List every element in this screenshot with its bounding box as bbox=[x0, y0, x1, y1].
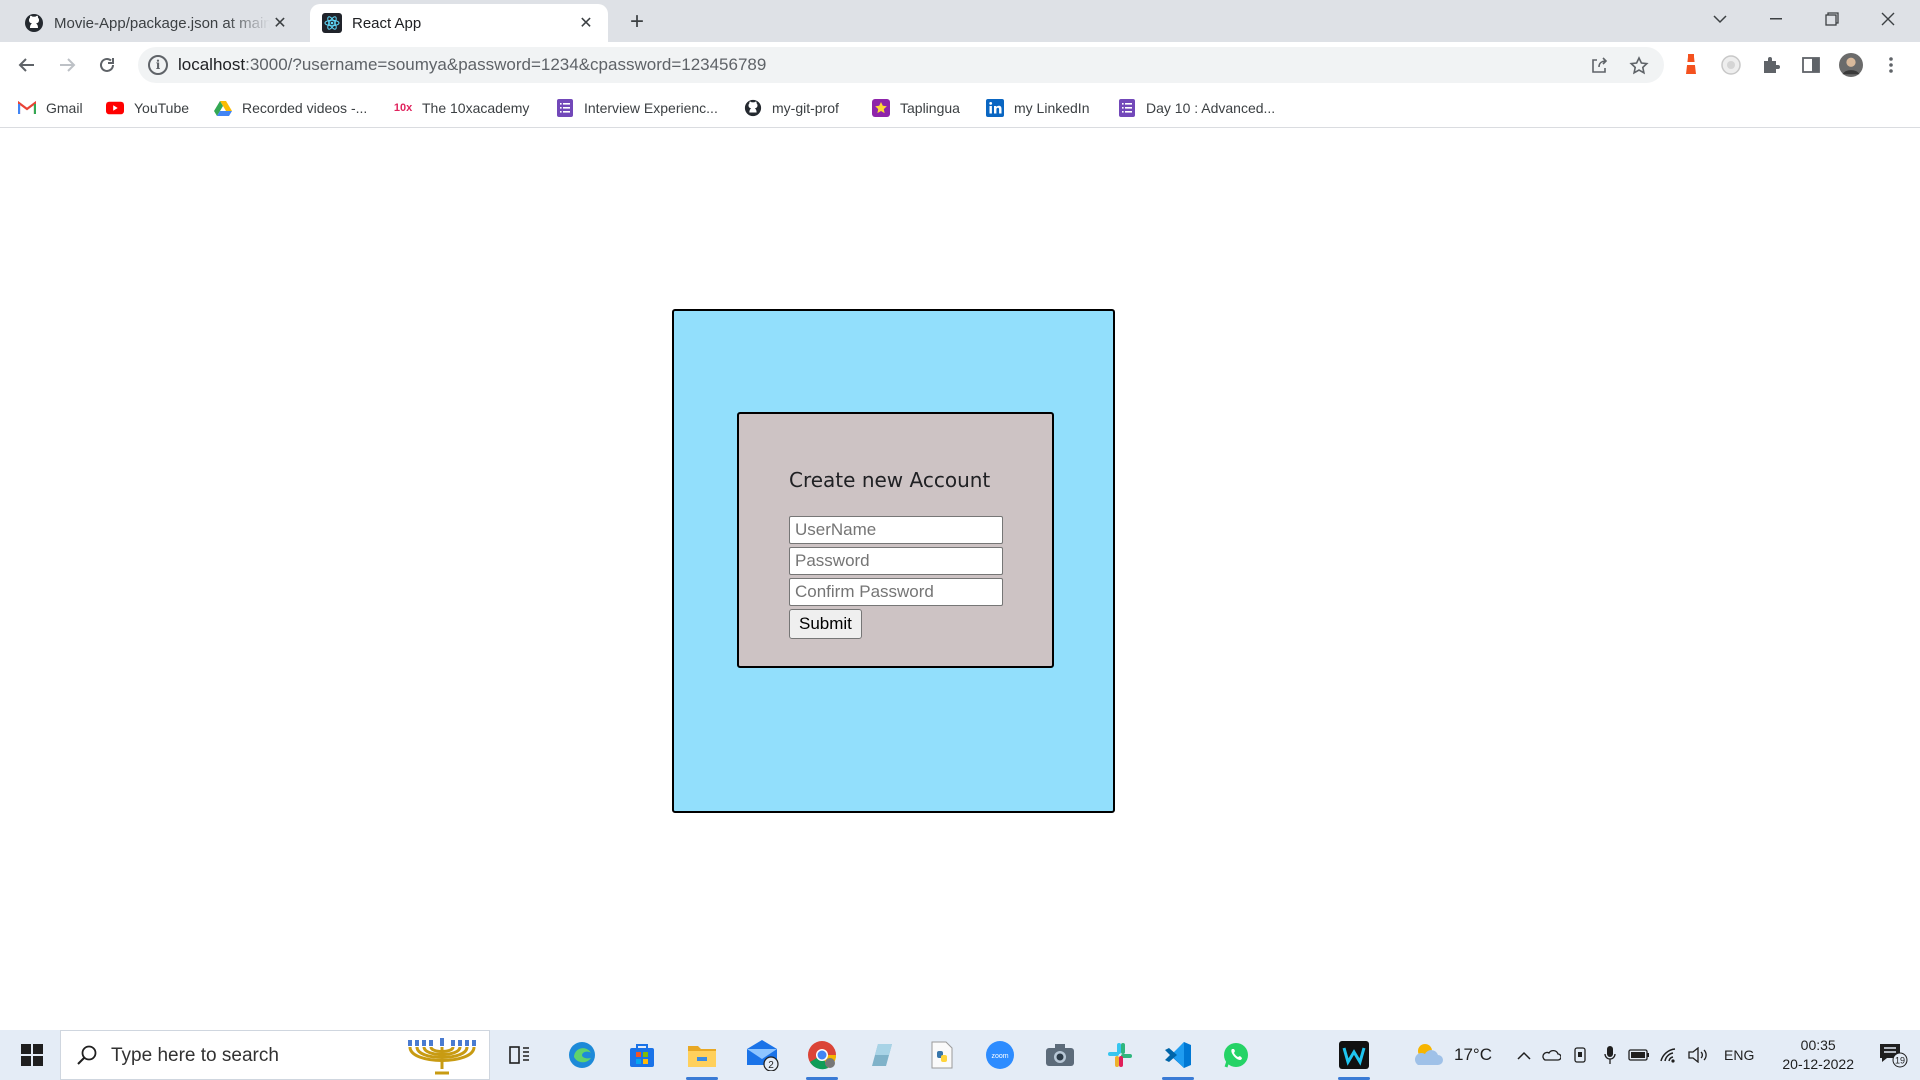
bookmark-my-linkedin[interactable]: my LinkedIn bbox=[986, 96, 1089, 120]
site-info-icon[interactable]: i bbox=[148, 55, 168, 75]
extensions-puzzle-icon[interactable] bbox=[1759, 53, 1783, 77]
username-input[interactable] bbox=[789, 516, 1003, 544]
restore-icon[interactable] bbox=[1804, 0, 1860, 38]
menorah-icon bbox=[407, 1037, 477, 1080]
mail-badge: 2 bbox=[768, 1060, 774, 1071]
signup-form: Create new Account Submit bbox=[737, 412, 1054, 668]
10x-icon: 10x bbox=[393, 102, 413, 114]
edge-icon[interactable] bbox=[560, 1035, 604, 1075]
windows-taskbar: Type here to search 2 zoom 17°C ENG 00:3… bbox=[0, 1030, 1920, 1080]
weather-widget[interactable]: 17°C bbox=[1412, 1030, 1492, 1080]
browser-menu-icon[interactable] bbox=[1879, 53, 1903, 77]
svg-text:zoom: zoom bbox=[991, 1053, 1008, 1060]
camera-icon[interactable] bbox=[1038, 1035, 1082, 1075]
clock-date: 20-12-2022 bbox=[1782, 1056, 1854, 1072]
vscode-icon[interactable] bbox=[1156, 1035, 1200, 1080]
bookmark-taplingua[interactable]: Taplingua bbox=[872, 96, 960, 120]
star-icon bbox=[872, 99, 890, 117]
clock-time: 00:35 bbox=[1800, 1037, 1836, 1053]
linkedin-icon bbox=[986, 99, 1004, 117]
bookmark-gmail[interactable]: Gmail bbox=[18, 96, 83, 120]
notifications-icon[interactable]: 19 bbox=[1878, 1042, 1908, 1068]
bookmark-10xacademy[interactable]: 10x The 10xacademy bbox=[393, 96, 530, 120]
address-bar[interactable]: i localhost:3000/?username=soumya&passwo… bbox=[138, 47, 1664, 83]
extension-circle-icon[interactable] bbox=[1719, 53, 1743, 77]
system-clock[interactable]: 00:35 20-12-2022 bbox=[1782, 1036, 1854, 1074]
mail-icon[interactable]: 2 bbox=[740, 1035, 784, 1075]
share-icon[interactable] bbox=[1588, 55, 1610, 77]
onedrive-icon[interactable] bbox=[1536, 1049, 1566, 1061]
tab-title: React App bbox=[352, 14, 422, 32]
windows-icon bbox=[21, 1044, 43, 1066]
language-indicator[interactable]: ENG bbox=[1724, 1047, 1754, 1063]
wifi-icon[interactable] bbox=[1654, 1047, 1684, 1063]
bookmark-day-10[interactable]: Day 10 : Advanced... bbox=[1118, 96, 1275, 120]
browser-toolbar: i localhost:3000/?username=soumya&passwo… bbox=[0, 42, 1920, 88]
back-button[interactable] bbox=[11, 49, 43, 81]
store-icon[interactable] bbox=[620, 1035, 664, 1075]
zoom-icon[interactable]: zoom bbox=[978, 1035, 1022, 1075]
battery-icon[interactable] bbox=[1624, 1049, 1654, 1061]
bookmark-interview-experience[interactable]: Interview Experienc... bbox=[556, 96, 718, 120]
task-view-icon[interactable] bbox=[498, 1035, 542, 1075]
password-input[interactable] bbox=[789, 547, 1003, 575]
bookmark-recorded-videos[interactable]: Recorded videos -... bbox=[214, 96, 367, 120]
tab-react-app[interactable]: React App ✕ bbox=[310, 4, 608, 42]
extension-lighthouse-icon[interactable] bbox=[1679, 53, 1703, 77]
github-icon bbox=[24, 13, 44, 33]
photos-app-icon[interactable] bbox=[860, 1035, 904, 1075]
meet-icon[interactable] bbox=[1566, 1046, 1596, 1064]
search-icon bbox=[77, 1045, 97, 1065]
taskbar-search[interactable]: Type here to search bbox=[60, 1030, 490, 1080]
notification-count: 19 bbox=[1895, 1056, 1905, 1066]
minimize-icon[interactable] bbox=[1748, 0, 1804, 38]
google-drive-icon bbox=[214, 99, 232, 117]
reload-button[interactable] bbox=[91, 49, 123, 81]
form-title: Create new Account bbox=[789, 468, 991, 492]
bookmark-star-icon[interactable] bbox=[1628, 55, 1650, 77]
tab-search-icon[interactable] bbox=[1692, 0, 1748, 38]
forms-icon bbox=[556, 99, 574, 117]
react-icon bbox=[322, 13, 342, 33]
bookmarks-bar: Gmail YouTube Recorded videos -... 10x T… bbox=[0, 88, 1920, 128]
temperature: 17°C bbox=[1454, 1045, 1492, 1064]
search-placeholder: Type here to search bbox=[111, 1045, 279, 1066]
gmail-icon bbox=[18, 99, 36, 117]
tab-strip: Movie-App/package.json at main · soumya … bbox=[0, 0, 1920, 42]
submit-button[interactable]: Submit bbox=[789, 609, 862, 639]
profile-avatar[interactable] bbox=[1839, 53, 1863, 77]
page-content: Create new Account Submit bbox=[0, 129, 1920, 1030]
chrome-icon[interactable] bbox=[800, 1035, 844, 1080]
youtube-icon bbox=[106, 99, 124, 117]
chevron-up-icon[interactable] bbox=[1512, 1051, 1536, 1060]
url-text[interactable]: localhost:3000/?username=soumya&password… bbox=[178, 55, 766, 75]
microphone-icon[interactable] bbox=[1596, 1045, 1624, 1065]
bookmark-my-git-prof[interactable]: my-git-prof bbox=[744, 96, 839, 120]
python-file-icon[interactable] bbox=[920, 1035, 964, 1075]
new-tab-button[interactable]: + bbox=[624, 8, 650, 35]
volume-icon[interactable] bbox=[1684, 1047, 1714, 1063]
whatsapp-icon[interactable] bbox=[1214, 1035, 1258, 1075]
confirm-password-input[interactable] bbox=[789, 578, 1003, 606]
github-icon bbox=[744, 99, 762, 117]
side-panel-icon[interactable] bbox=[1799, 53, 1823, 77]
forward-button[interactable] bbox=[51, 49, 83, 81]
webex-icon[interactable] bbox=[1332, 1035, 1376, 1080]
slack-icon[interactable] bbox=[1098, 1035, 1142, 1075]
weather-icon bbox=[1414, 1044, 1443, 1065]
file-explorer-icon[interactable] bbox=[680, 1035, 724, 1080]
close-tab-icon[interactable]: ✕ bbox=[270, 13, 290, 33]
forms-icon bbox=[1118, 99, 1136, 117]
start-button[interactable] bbox=[8, 1030, 56, 1080]
tray-icons: ENG bbox=[1512, 1030, 1754, 1080]
close-tab-icon[interactable]: ✕ bbox=[576, 13, 596, 33]
close-window-icon[interactable] bbox=[1860, 0, 1916, 38]
outer-container: Create new Account Submit bbox=[672, 309, 1115, 813]
tab-title: Movie-App/package.json at main · soumya bbox=[54, 14, 270, 32]
bookmark-youtube[interactable]: YouTube bbox=[106, 96, 189, 120]
tab-github[interactable]: Movie-App/package.json at main · soumya … bbox=[12, 4, 302, 42]
